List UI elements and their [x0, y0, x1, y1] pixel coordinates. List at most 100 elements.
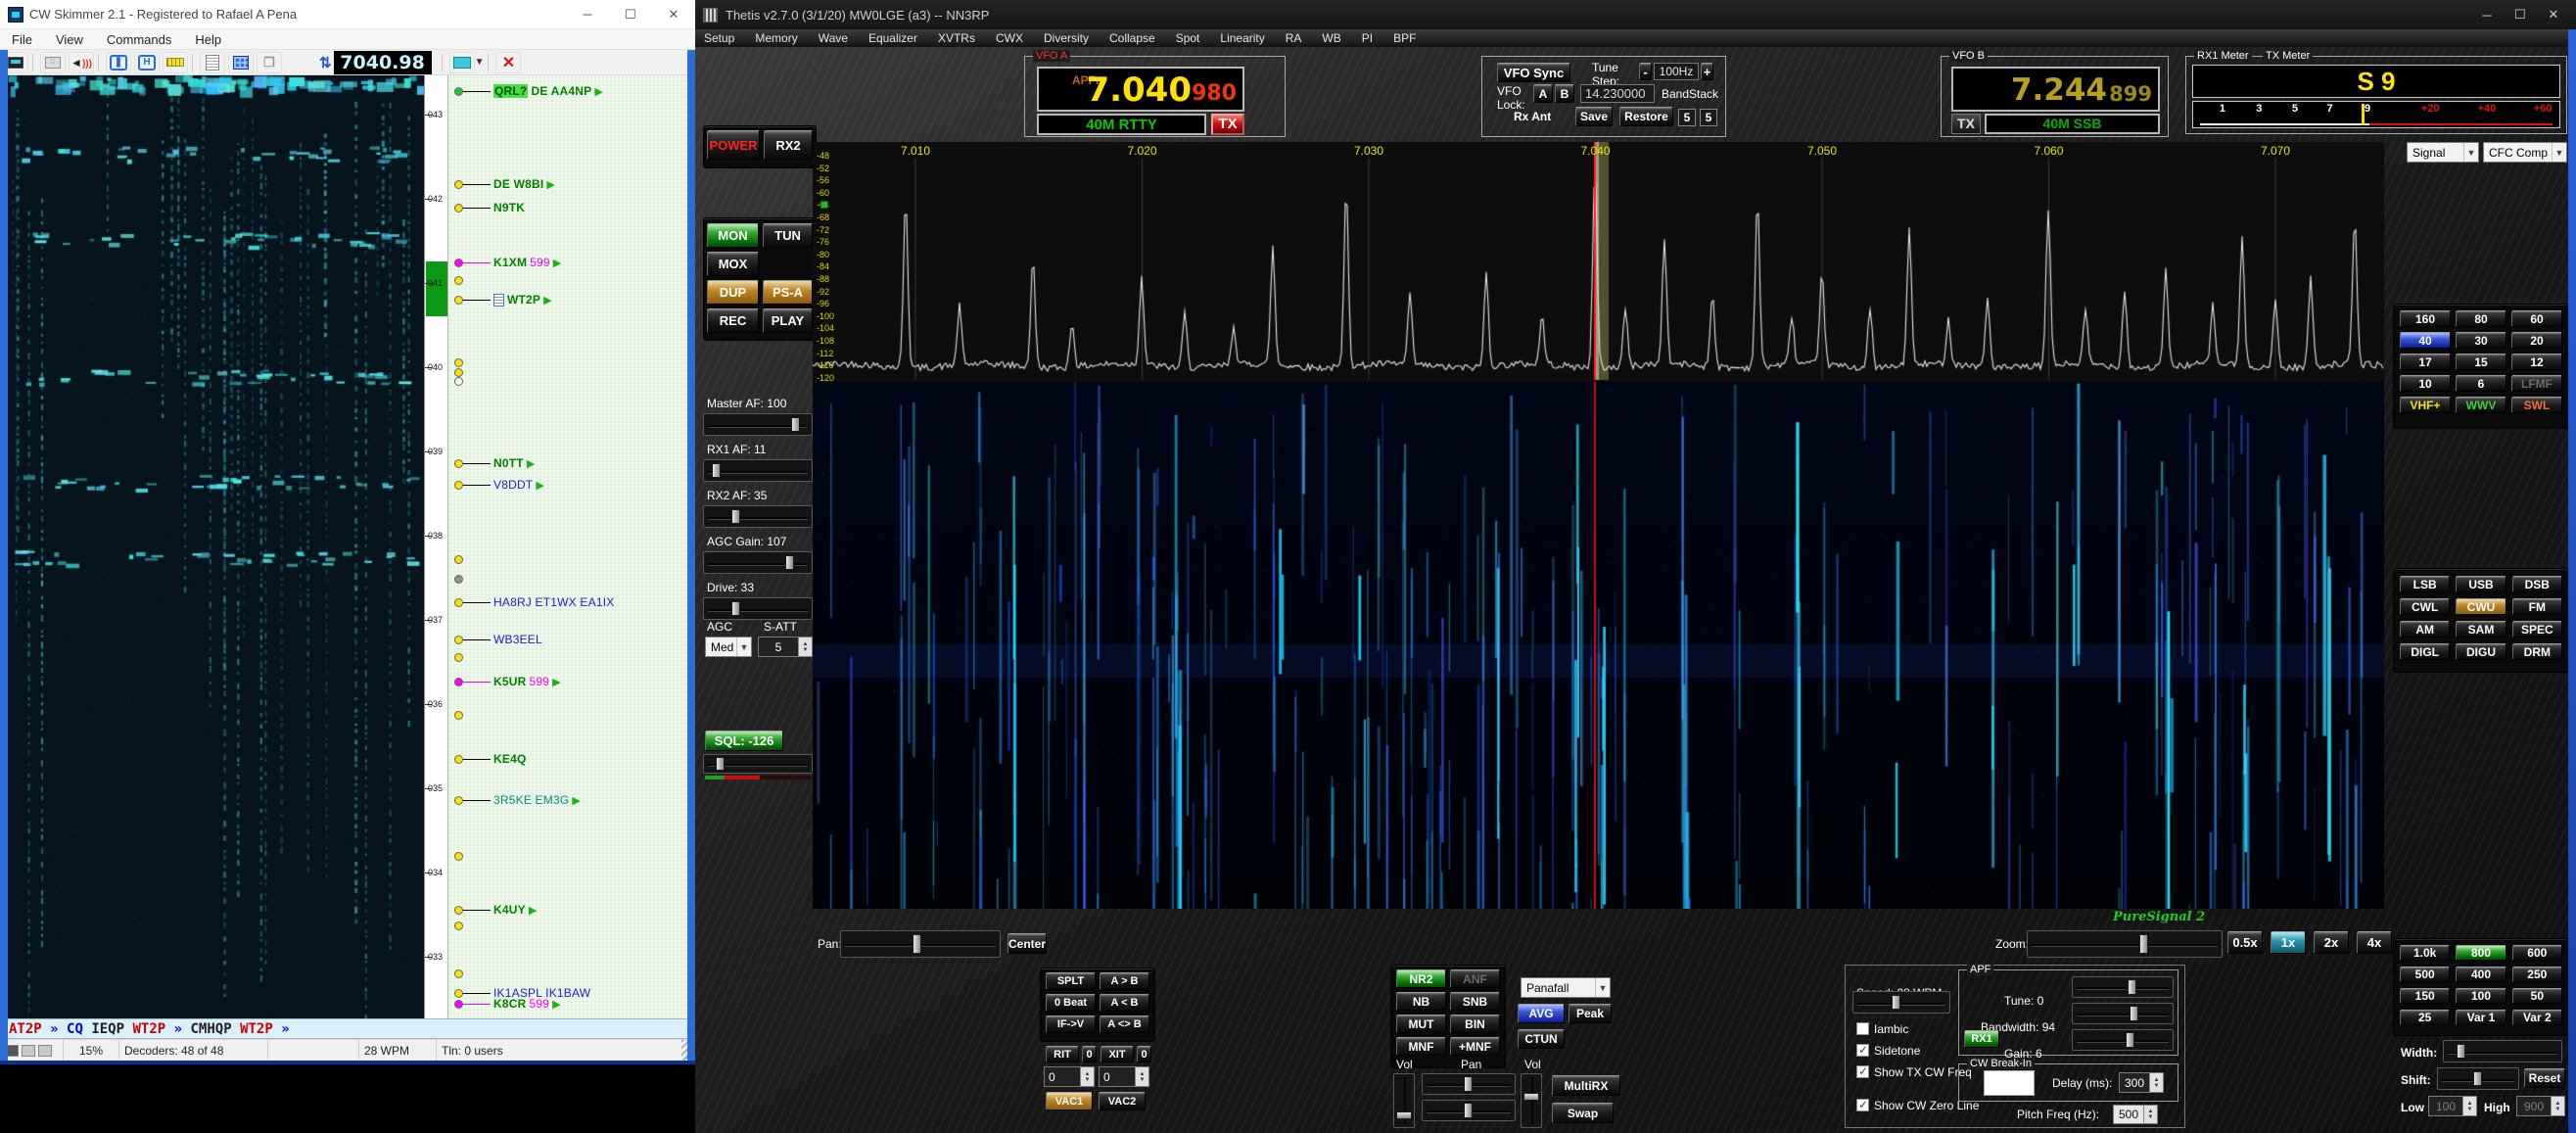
call-row[interactable]: WB3EEL	[448, 632, 542, 647]
gain-slider[interactable]	[703, 597, 813, 620]
thetis-titlebar[interactable]: Thetis v2.7.0 (3/1/20) MW0LGE (a3) -- NN…	[695, 0, 2576, 29]
shift-reset-button[interactable]: Reset	[2524, 1068, 2565, 1088]
menu-item[interactable]: WB	[1322, 31, 1340, 45]
squelch-slider[interactable]	[703, 754, 813, 774]
filter-low-stepper[interactable]: 100 ▲▼	[2428, 1096, 2477, 1116]
skimmer-frequency-display[interactable]: 7040.98	[334, 51, 432, 74]
band-button[interactable]: 10	[2400, 375, 2451, 392]
mode-button[interactable]: DSB	[2512, 576, 2562, 592]
band-button[interactable]: 6	[2456, 375, 2506, 392]
apf-tune-slider[interactable]	[2072, 976, 2174, 998]
filter-button[interactable]: 400	[2456, 967, 2506, 982]
band-button[interactable]: 17	[2400, 354, 2451, 370]
shift-slider[interactable]	[2437, 1067, 2519, 1090]
call-row[interactable]: K4UY▶	[448, 902, 537, 918]
call-row[interactable]: N9TK	[448, 200, 525, 215]
gain-slider[interactable]	[703, 551, 813, 574]
cw-breakin-indicator[interactable]	[1984, 1070, 2035, 1096]
band-button[interactable]: 60	[2511, 310, 2562, 327]
zoom-preset-button[interactable]: 1x	[2271, 931, 2306, 954]
mode-button[interactable]: AM	[2400, 621, 2450, 637]
call-row[interactable]	[448, 848, 463, 864]
rx1-pan-slider[interactable]	[1422, 1073, 1516, 1095]
dsp-button[interactable]: MNF	[1396, 1037, 1446, 1056]
tune-step-minus-button[interactable]: -	[1639, 63, 1652, 80]
mode-button[interactable]: DIGL	[2400, 643, 2450, 660]
stepper-arrows-icon[interactable]: ▲▼	[2143, 1106, 2157, 1123]
dsp-button[interactable]: SNB	[1450, 992, 1500, 1011]
menu-item[interactable]: Linearity	[1220, 31, 1264, 45]
mode-button[interactable]: LSB	[2400, 576, 2450, 592]
iambic-checkbox[interactable]: Iambic	[1856, 1022, 1908, 1036]
skimmer-titlebar[interactable]: CW Skimmer 2.1 - Registered to Rafael A …	[0, 0, 695, 29]
width-slider[interactable]	[2443, 1040, 2562, 1062]
gain-slider[interactable]	[703, 413, 813, 436]
filter-button[interactable]: 1.0k	[2400, 945, 2450, 961]
split-button[interactable]: A < B	[1100, 994, 1149, 1012]
log-button[interactable]	[200, 52, 225, 73]
split-button[interactable]: A > B	[1100, 972, 1149, 990]
split-button[interactable]: A <> B	[1100, 1015, 1149, 1033]
menu-item[interactable]: Help	[195, 32, 221, 47]
band-button[interactable]: 80	[2456, 310, 2506, 327]
audio-button[interactable]: ◄)))	[69, 52, 94, 73]
vfo-a-tx-button[interactable]: TX	[1211, 114, 1244, 135]
call-row[interactable]	[448, 918, 463, 933]
stepper-arrows-icon[interactable]: ▲▼	[2551, 1097, 2564, 1115]
skimmer-waterfall[interactable]	[8, 75, 424, 1018]
rx2-button[interactable]: RX2	[764, 130, 813, 160]
zoom-preset-button[interactable]: 2x	[2314, 931, 2349, 954]
close-icon[interactable]: ✕	[652, 1, 695, 28]
rx1-vol-slider[interactable]	[1393, 1073, 1415, 1128]
call-row[interactable]: HA8RJ ET1WX EA1IX	[448, 594, 614, 610]
key-mode-button[interactable]	[449, 52, 475, 73]
stepper-arrows-icon[interactable]: ▲▼	[1135, 1067, 1148, 1086]
band-button[interactable]: 30	[2456, 332, 2506, 349]
call-row[interactable]	[448, 707, 463, 723]
filter-button[interactable]: Var 2	[2512, 1010, 2562, 1025]
mode-button[interactable]: SAM	[2456, 621, 2506, 637]
tun-button[interactable]: TUN	[763, 223, 813, 248]
tune-step-plus-button[interactable]: +	[1701, 63, 1713, 80]
squelch-button[interactable]: SQL: -126	[705, 731, 783, 751]
call-row[interactable]	[448, 966, 463, 981]
cw-speed-slider[interactable]	[1852, 991, 1950, 1014]
dsp-button[interactable]: NB	[1396, 992, 1446, 1011]
band-button[interactable]: 20	[2511, 332, 2562, 349]
mode-button[interactable]: FM	[2512, 598, 2562, 615]
menu-item[interactable]: Spot	[1176, 31, 1200, 45]
meter-mode-select[interactable]: Signal▼	[2407, 142, 2479, 163]
filter-button[interactable]: 250	[2512, 967, 2562, 982]
mox-button[interactable]: MOX	[707, 252, 759, 276]
bandstack-count[interactable]: 5	[1678, 109, 1696, 126]
keyer-button[interactable]: ∷	[40, 52, 66, 73]
menu-item[interactable]: Commands	[107, 32, 171, 47]
mode-button[interactable]: DIGU	[2456, 643, 2506, 660]
call-row[interactable]	[448, 551, 463, 567]
call-row[interactable]: QRL? DE AA4NP▶	[448, 83, 603, 99]
apf-rx1-button[interactable]: RX1	[1964, 1030, 1999, 1048]
menu-item[interactable]: Diversity	[1044, 31, 1089, 45]
memory-frequency-field[interactable]: 14.230000	[1580, 84, 1655, 103]
apf-gain-slider[interactable]	[2072, 1029, 2174, 1051]
vfo-lock-a-button[interactable]: A	[1533, 84, 1553, 103]
menu-item[interactable]: Wave	[819, 31, 848, 45]
menu-item[interactable]: CWX	[996, 31, 1023, 45]
call-row[interactable]: DE W8BI▶	[448, 176, 555, 192]
call-row[interactable]: WT2P▶	[448, 292, 552, 307]
apf-bandwidth-slider[interactable]	[2072, 1003, 2174, 1024]
dup-button[interactable]: DUP	[707, 280, 759, 305]
agc-select[interactable]: Med▼	[705, 637, 752, 657]
center-button[interactable]: Center	[1007, 933, 1047, 954]
mode-button[interactable]: SPEC	[2512, 621, 2562, 637]
call-row[interactable]	[448, 272, 463, 288]
vfo-b-display[interactable]: 7.244 899	[1951, 67, 2160, 112]
band-button[interactable]: WWV	[2456, 397, 2506, 413]
rit-stepper[interactable]: 0 ▲▼	[1044, 1066, 1095, 1087]
play-button[interactable]: PLAY	[763, 308, 813, 333]
multirx-button[interactable]: MultiRX	[1552, 1075, 1620, 1096]
hold-button[interactable]: H	[134, 52, 160, 73]
mon-button[interactable]: MON	[707, 223, 759, 248]
restore-button[interactable]: Restore	[1619, 107, 1673, 126]
rit-button[interactable]: RIT	[1046, 1046, 1079, 1062]
